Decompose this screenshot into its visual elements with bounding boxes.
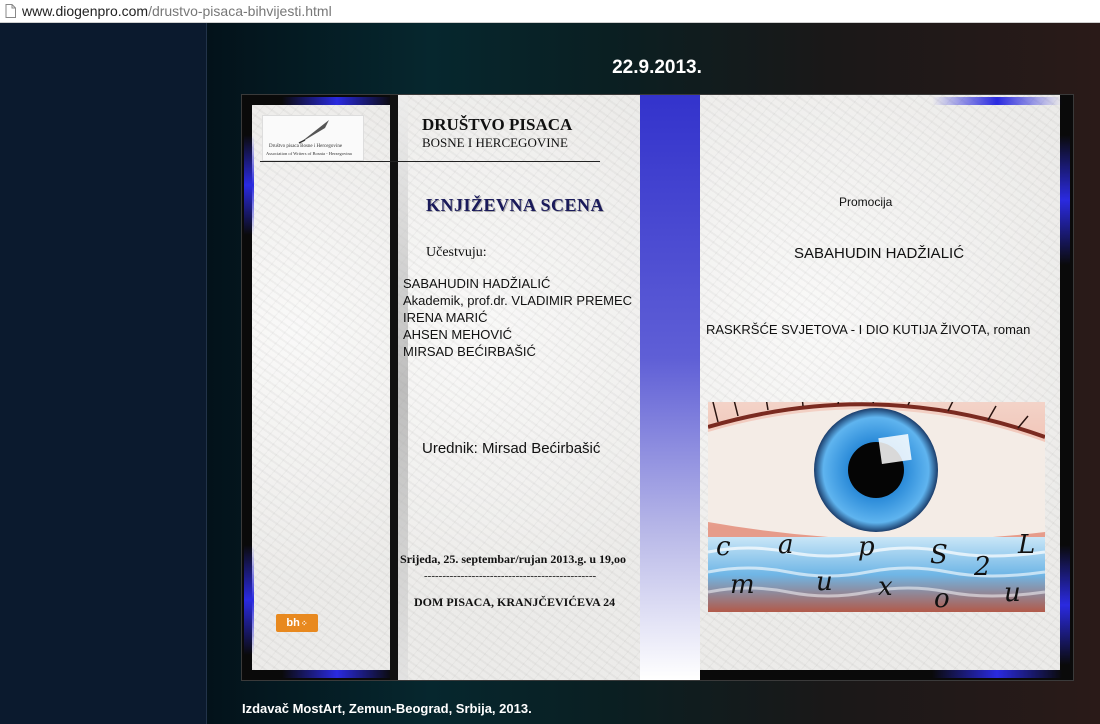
right-panel-glow-top bbox=[1060, 135, 1070, 265]
left-panel-glow-bottom bbox=[244, 545, 254, 655]
left-panel-glow-bottom-corner bbox=[282, 670, 392, 678]
promo-label: Promocija bbox=[839, 195, 893, 209]
cover-letter: o bbox=[934, 584, 950, 612]
logo-caption-line1: Društvo pisaca Bosne i Hercegovine bbox=[269, 144, 343, 149]
logo-underline bbox=[260, 161, 600, 162]
cover-letter: c bbox=[716, 532, 731, 562]
divider-dashes: ----------------------------------------… bbox=[424, 570, 597, 582]
cover-letter: p bbox=[858, 532, 875, 562]
participants-list: SABAHUDIN HADŽIALIĆ Akademik, prof.dr. V… bbox=[403, 275, 632, 360]
eye-icon bbox=[708, 402, 1045, 612]
cover-letter: u bbox=[1004, 578, 1021, 608]
url-path: /drustvo-pisaca-bihvijesti.html bbox=[148, 3, 332, 19]
participant: IRENA MARIĆ bbox=[403, 310, 488, 325]
page-icon bbox=[5, 4, 16, 18]
book-title: RASKRŠĆE SVJETOVA - I DIO KUTIJA ŽIVOTA,… bbox=[706, 322, 1031, 337]
poster-left-panel bbox=[252, 105, 390, 670]
right-panel-glow-bottom-corner bbox=[932, 670, 1062, 678]
cover-letter: a bbox=[778, 530, 794, 560]
logo-caption-line2: Association of Writers of Bosnia - Herze… bbox=[266, 151, 352, 156]
cover-letter: x bbox=[878, 572, 893, 602]
left-panel-glow-corner bbox=[282, 97, 392, 105]
org-name-line1: DRUŠTVO PISACA bbox=[422, 115, 573, 134]
left-sidebar bbox=[0, 23, 207, 724]
url-domain: www.diogenpro.com bbox=[22, 3, 149, 19]
participants-label: Učestvuju: bbox=[426, 245, 487, 260]
poster-divider-bar bbox=[390, 95, 398, 680]
dots-icon: ⁘ bbox=[300, 618, 308, 628]
cover-letter: 2 bbox=[974, 552, 991, 582]
participant: Akademik, prof.dr. VLADIMIR PREMEC bbox=[403, 293, 633, 308]
cover-letter: L bbox=[1018, 530, 1036, 560]
editor-line: Urednik: Mirsad Bećirbašić bbox=[422, 440, 601, 457]
poster-middle-panel bbox=[398, 95, 640, 680]
org-name-line2: BOSNE I HERCEGOVINE bbox=[422, 135, 568, 150]
participant: AHSEN MEHOVIĆ bbox=[403, 327, 513, 342]
society-logo: Društvo pisaca Bosne i Hercegovine Assoc… bbox=[262, 115, 364, 161]
quill-pen-icon bbox=[298, 120, 329, 144]
publisher-footer: Izdavač MostArt, Zemun-Beograd, Srbija, … bbox=[242, 701, 532, 716]
event-time: Srijeda, 25. septembar/rujan 2013.g. u 1… bbox=[400, 552, 626, 566]
address-bar[interactable]: www.diogenpro.com/drustvo-pisaca-bihvije… bbox=[0, 0, 1100, 23]
event-venue: DOM PISACA, KRANJČEVIĆEVA 24 bbox=[414, 595, 616, 609]
right-panel-glow-corner bbox=[932, 97, 1062, 105]
cover-letter: u bbox=[816, 567, 833, 597]
bh-badge-label: bh bbox=[286, 617, 300, 629]
post-date: 22.9.2013. bbox=[612, 57, 702, 78]
cover-letter: S bbox=[930, 540, 948, 570]
left-panel-glow-top bbox=[244, 135, 254, 235]
eye-cover-art: c a p S L m u x 2 o u bbox=[708, 402, 1045, 612]
event-poster: Društvo pisaca Bosne i Hercegovine Assoc… bbox=[241, 94, 1074, 681]
bh-badge: bh ⁘ bbox=[276, 614, 318, 632]
event-title: KNJIŽEVNA SCENA bbox=[426, 195, 605, 215]
participant: MIRSAD BEĆIRBAŠIĆ bbox=[403, 344, 536, 359]
book-author: SABAHUDIN HADŽIALIĆ bbox=[794, 245, 965, 262]
middle-panel-shade bbox=[398, 95, 408, 680]
participant: SABAHUDIN HADŽIALIĆ bbox=[403, 276, 551, 291]
url-text[interactable]: www.diogenpro.com/drustvo-pisaca-bihvije… bbox=[22, 3, 332, 19]
right-panel-glow-bottom bbox=[1060, 545, 1070, 665]
poster-spine bbox=[640, 95, 700, 680]
cover-letter: m bbox=[730, 570, 755, 600]
